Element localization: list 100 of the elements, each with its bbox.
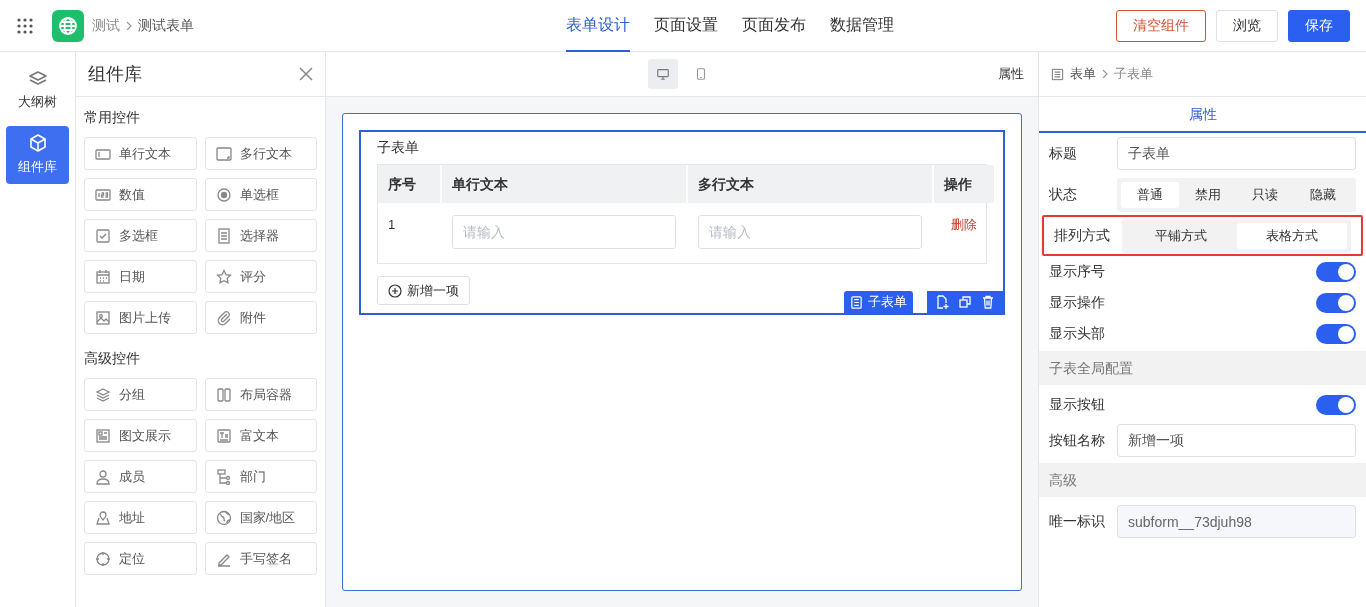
globe-icon bbox=[215, 509, 232, 526]
field-label: 显示序号 bbox=[1049, 262, 1106, 281]
segment-option[interactable]: 普通 bbox=[1121, 181, 1179, 208]
columns-icon bbox=[215, 386, 232, 403]
paperclip-icon bbox=[215, 309, 232, 326]
input-field[interactable]: 新增一项 bbox=[1117, 424, 1356, 457]
mobile-icon bbox=[694, 67, 708, 81]
component-item[interactable]: 图片上传 bbox=[84, 301, 197, 334]
component-item[interactable]: 日期 bbox=[84, 260, 197, 293]
component-item[interactable]: 地址 bbox=[84, 501, 197, 534]
component-item[interactable]: 定位 bbox=[84, 542, 197, 575]
breadcrumb-link[interactable]: 子表单 bbox=[1114, 64, 1153, 84]
layers-icon bbox=[95, 386, 111, 403]
segment-option[interactable]: 表格方式 bbox=[1236, 222, 1347, 249]
desktop-icon bbox=[656, 67, 670, 81]
delete-link[interactable]: 删除 bbox=[951, 215, 977, 235]
copy-icon[interactable] bbox=[958, 295, 972, 309]
segment-option[interactable]: 禁用 bbox=[1178, 181, 1237, 208]
close-icon[interactable] bbox=[299, 67, 313, 81]
nav-tab[interactable]: 数据管理 bbox=[830, 0, 894, 52]
input-field[interactable]: 子表单 bbox=[1117, 137, 1356, 170]
row-number: 1 bbox=[387, 216, 397, 234]
component-item[interactable]: 富文本 bbox=[204, 419, 317, 452]
add-file-icon[interactable] bbox=[935, 295, 950, 309]
nav-tab[interactable]: 页面设置 bbox=[654, 0, 718, 52]
list-icon bbox=[215, 227, 232, 244]
rich-text-icon bbox=[215, 427, 232, 444]
component-item[interactable]: 附件 bbox=[204, 301, 317, 334]
component-item[interactable]: 选择器 bbox=[204, 219, 317, 252]
nav-tab[interactable]: 页面发布 bbox=[742, 0, 806, 52]
form-icon bbox=[1051, 67, 1064, 81]
toggle-switch[interactable] bbox=[1316, 394, 1356, 415]
panel-label: 属性 bbox=[998, 65, 1024, 84]
component-item[interactable]: 多行文本 bbox=[204, 137, 317, 170]
field-label: 唯一标识 bbox=[1049, 512, 1106, 531]
toggle-switch[interactable] bbox=[1316, 292, 1356, 313]
component-item[interactable]: 单行文本 bbox=[84, 137, 197, 170]
breadcrumb-link[interactable]: 测试表单 bbox=[138, 15, 194, 36]
segment-option[interactable]: 平铺方式 bbox=[1126, 222, 1237, 249]
component-item[interactable]: 布局容器 bbox=[204, 378, 317, 411]
component-item[interactable]: 分组 bbox=[84, 378, 197, 411]
calendar-icon bbox=[95, 268, 111, 285]
toggle-switch[interactable] bbox=[1316, 323, 1356, 344]
image-icon bbox=[95, 309, 111, 326]
sidebar-tab[interactable]: 大纲树 bbox=[6, 62, 69, 120]
cube-icon bbox=[27, 133, 48, 154]
subform-title: 子表单 bbox=[377, 138, 420, 157]
crosshair-icon bbox=[95, 550, 111, 567]
panel-tab[interactable]: 属性 bbox=[1039, 97, 1366, 133]
save-button[interactable]: 保存 bbox=[1288, 9, 1350, 42]
clear-button[interactable]: 清空组件 bbox=[1116, 9, 1206, 42]
field-label: 排列方式 bbox=[1054, 226, 1111, 245]
apps-grid-icon[interactable] bbox=[16, 16, 34, 35]
field-label: 显示操作 bbox=[1049, 293, 1106, 312]
sidebar-tab[interactable]: 组件库 bbox=[6, 126, 69, 184]
input-field[interactable]: 请输入 bbox=[452, 215, 676, 249]
preview-button[interactable]: 浏览 bbox=[1216, 9, 1278, 42]
section-header: 子表全局配置 bbox=[1039, 351, 1366, 385]
component-item[interactable]: 数值 bbox=[84, 178, 197, 211]
panel-title: 组件库 bbox=[88, 62, 142, 86]
breadcrumb-link[interactable]: 测试 bbox=[92, 15, 120, 36]
app-logo-icon bbox=[52, 9, 84, 42]
device-toggle[interactable] bbox=[648, 59, 678, 89]
input-field[interactable]: 请输入 bbox=[698, 215, 922, 249]
chevron-icon bbox=[1100, 69, 1110, 79]
delete-icon[interactable] bbox=[980, 295, 995, 309]
subform-frame[interactable]: 子表单 序号 单行文本 多行文本 操作 1 请输入 请输入 删除 新增一项 子表单 bbox=[359, 130, 1005, 315]
field-label: 按钮名称 bbox=[1049, 431, 1106, 450]
field-label: 标题 bbox=[1049, 144, 1078, 163]
column-header: 操作 bbox=[934, 165, 994, 203]
input-field[interactable]: subform__73djuh98 bbox=[1117, 505, 1356, 538]
section-heading: 常用控件 bbox=[84, 108, 141, 127]
component-item[interactable]: 单选框 bbox=[204, 178, 317, 211]
breadcrumb-link[interactable]: 表单 bbox=[1070, 64, 1096, 84]
component-tag: 子表单 bbox=[844, 291, 913, 313]
field-label: 状态 bbox=[1049, 185, 1078, 204]
component-item[interactable]: 成员 bbox=[84, 460, 197, 493]
form-icon bbox=[850, 295, 863, 309]
component-item[interactable]: 国家/地区 bbox=[204, 501, 317, 534]
section-header: 高级 bbox=[1039, 463, 1366, 497]
column-header: 单行文本 bbox=[442, 165, 686, 203]
component-item[interactable]: 部门 bbox=[204, 460, 317, 493]
component-item[interactable]: 图文展示 bbox=[84, 419, 197, 452]
add-item-button[interactable]: 新增一项 bbox=[377, 276, 470, 305]
component-item[interactable]: 手写签名 bbox=[204, 542, 317, 575]
radio-icon bbox=[215, 186, 232, 203]
checkbox-icon bbox=[95, 227, 111, 244]
column-header: 多行文本 bbox=[688, 165, 932, 203]
toggle-switch[interactable] bbox=[1316, 261, 1356, 282]
plus-circle-icon bbox=[388, 283, 402, 298]
segment-option[interactable]: 隐藏 bbox=[1294, 181, 1352, 208]
media-card-icon bbox=[95, 427, 111, 444]
field-label: 显示头部 bbox=[1049, 324, 1106, 343]
column-header: 序号 bbox=[378, 165, 440, 203]
user-icon bbox=[95, 468, 111, 485]
number-icon bbox=[95, 186, 111, 203]
component-item[interactable]: 多选框 bbox=[84, 219, 197, 252]
map-pin-icon bbox=[95, 509, 111, 526]
component-item[interactable]: 评分 bbox=[204, 260, 317, 293]
segment-option[interactable]: 只读 bbox=[1236, 181, 1295, 208]
